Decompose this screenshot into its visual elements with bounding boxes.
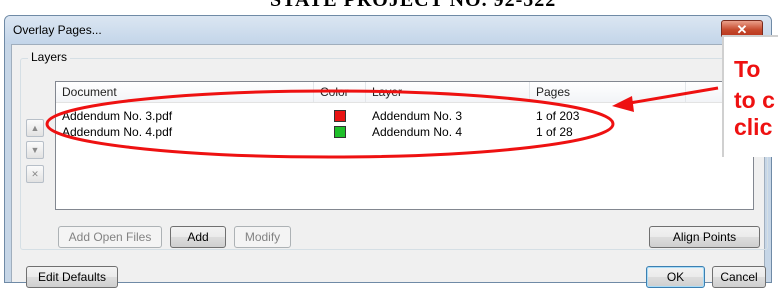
layer-pages: 1 of 28 (536, 125, 573, 139)
add-button[interactable]: Add (170, 226, 226, 248)
layer-row[interactable]: Addendum No. 4.pdf Addendum No. 4 1 of 2… (56, 124, 753, 140)
column-header-document[interactable]: Document (56, 82, 314, 102)
layers-group-label: Layers (28, 50, 71, 64)
column-header-color[interactable]: Color (314, 82, 366, 102)
dialog-client-area: Layers ▲ ▼ ✕ Document Color Layer Pages … (11, 44, 768, 288)
arrow-up-icon: ▲ (30, 123, 40, 133)
move-up-button[interactable]: ▲ (26, 119, 44, 137)
remove-layer-button[interactable]: ✕ (26, 165, 44, 183)
remove-icon: ✕ (31, 169, 39, 179)
column-header-layer[interactable]: Layer (366, 82, 530, 102)
layers-list-header: Document Color Layer Pages (56, 82, 753, 103)
move-down-button[interactable]: ▼ (26, 141, 44, 159)
layer-color-swatch[interactable] (334, 110, 346, 122)
layer-document: Addendum No. 3.pdf (62, 109, 173, 123)
align-points-button[interactable]: Align Points (649, 226, 760, 248)
title-bar[interactable]: Overlay Pages... ✕ (5, 16, 771, 44)
add-open-files-button[interactable]: Add Open Files (58, 226, 162, 248)
callout-text-line: to c (734, 87, 775, 113)
dialog-title: Overlay Pages... (13, 23, 102, 37)
layer-row[interactable]: Addendum No. 3.pdf Addendum No. 3 1 of 2… (56, 108, 753, 124)
annotation-callout: To to c clic (722, 35, 778, 157)
layer-document: Addendum No. 4.pdf (62, 125, 173, 139)
callout-text-line: clic (734, 114, 773, 140)
layer-name: Addendum No. 3 (372, 109, 463, 123)
cancel-button[interactable]: Cancel (712, 266, 766, 288)
layer-color-swatch[interactable] (334, 126, 346, 138)
layers-list[interactable]: Document Color Layer Pages Addendum No. … (55, 81, 754, 210)
layer-name: Addendum No. 4 (372, 125, 463, 139)
column-header-pages[interactable]: Pages (530, 82, 686, 102)
callout-text-line: To (734, 56, 761, 82)
ok-button[interactable]: OK (646, 266, 705, 288)
arrow-down-icon: ▼ (30, 145, 40, 155)
overlay-pages-dialog: Overlay Pages... ✕ Layers ▲ ▼ ✕ Document… (4, 15, 772, 288)
edit-defaults-button[interactable]: Edit Defaults (26, 266, 118, 288)
layer-pages: 1 of 203 (536, 109, 580, 123)
modify-button[interactable]: Modify (234, 226, 291, 248)
background-document-heading: STATE PROJECT NO. 92-522 (270, 0, 557, 11)
